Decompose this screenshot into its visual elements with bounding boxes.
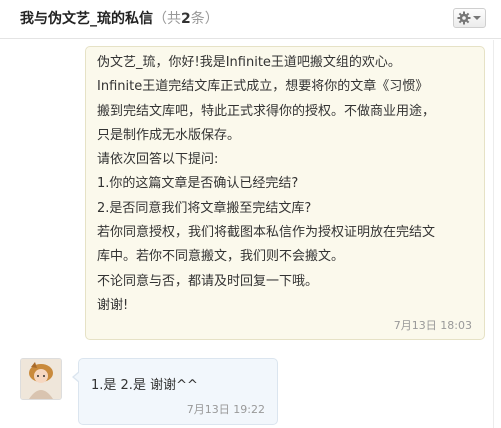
- avatar[interactable]: [20, 358, 62, 400]
- conversation-header: 我与伪文艺_琉的私信（共2条）: [0, 0, 501, 39]
- count-value: 2: [181, 11, 191, 27]
- contact-name-link[interactable]: 伪文艺_琉: [48, 11, 111, 27]
- gear-icon: [457, 11, 471, 25]
- message-line: 2.是否同意我们将文章搬至完结文库?: [97, 200, 312, 216]
- message-line: 谢谢!: [97, 297, 129, 313]
- outgoing-message-bubble: 伪文艺_琉，你好!我是Infinite王道吧搬文组的欢心。 Infinite王道…: [85, 46, 485, 340]
- message-line: 1.你的这篇文章是否确认已经完结?: [97, 176, 299, 192]
- message-line: 若你同意授权，我们将截图本私信作为授权证明放在完结文: [97, 225, 436, 241]
- title-suffix: 的私信: [111, 11, 153, 27]
- message-timestamp: 7月13日 19:22: [186, 403, 265, 416]
- message-line: 不论同意与否，都请及时回复一下哦。: [97, 273, 319, 289]
- chevron-down-icon: [473, 16, 481, 20]
- message-line: 伪文艺_琉，你好!我是Infinite王道吧搬文组的欢心。: [97, 55, 401, 70]
- settings-dropdown-button[interactable]: [453, 8, 486, 28]
- message-line: 只是制作成无水版保存。: [97, 127, 241, 143]
- incoming-message-bubble: 1.是 2.是 谢谢^^ 7月13日 19:22: [72, 358, 278, 425]
- message-text: 1.是 2.是 谢谢^^: [91, 378, 198, 393]
- message-text: 伪文艺_琉，你好!我是Infinite王道吧搬文组的欢心。 Infinite王道…: [97, 51, 477, 318]
- message-line: 请依次回答以下提问:: [97, 152, 219, 168]
- count-close: 条）: [190, 11, 219, 27]
- message-line: 库中。若你不同意搬文，我们则不会搬文。: [97, 249, 345, 265]
- message-line: Infinite王道完结文库正式成立，想要将你的文章《习惯》: [97, 79, 429, 95]
- title-prefix: 我与: [20, 11, 48, 27]
- message-line: 搬到完结文库吧，特此正式求得你的授权。不做商业用途，: [97, 103, 436, 119]
- conversation-title: 我与伪文艺_琉的私信（共2条）: [20, 10, 219, 28]
- scrollbar-track[interactable]: [493, 40, 494, 428]
- message-count: （共2条）: [153, 11, 219, 27]
- count-open: （共: [153, 11, 181, 27]
- avatar-image: [21, 359, 61, 399]
- message-timestamp: 7月13日 18:03: [393, 319, 472, 332]
